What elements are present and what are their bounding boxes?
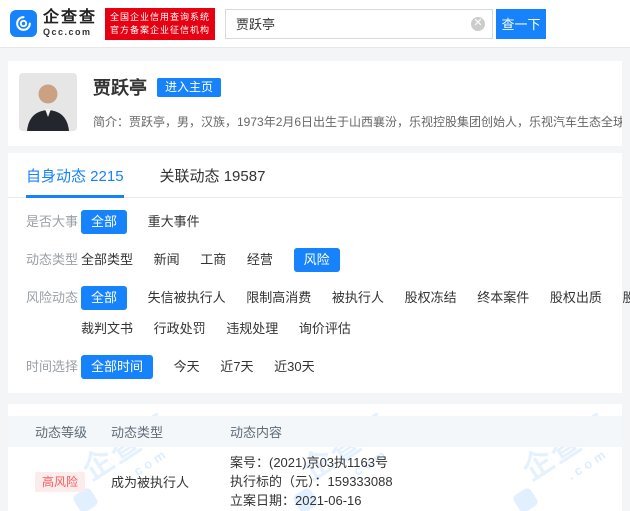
activity-tabs: 自身动态 2215 关联动态 19587 [8, 153, 622, 198]
filter-option[interactable]: 全部 [81, 210, 128, 234]
filter-option[interactable]: 全部时间 [81, 355, 154, 379]
activity-card: 自身动态 2215 关联动态 19587 是否大事 全部 重大事件 动态类型 全… [8, 153, 630, 393]
risk-level-badge: 高风险 [35, 471, 86, 492]
filter-option[interactable]: 近30天 [274, 355, 314, 379]
filters: 是否大事 全部 重大事件 动态类型 全部类型 新闻 工商 经营 风险 风险动态 … [8, 210, 630, 393]
filter-option[interactable]: 询价评估 [299, 317, 351, 341]
brand-domain: Qcc.com [43, 27, 92, 37]
profile-intro: 简介：贾跃亭，男，汉族，1973年2月6日出生于山西襄汾，乐视控股集团创始人，乐… [93, 115, 622, 129]
brand-text: 企查查 Qcc.com [43, 10, 97, 37]
filter-option[interactable]: 重大事件 [148, 210, 200, 234]
tab-self-activity[interactable]: 自身动态 2215 [26, 153, 124, 198]
profile-card: 贾跃亭 进入主页 简介：贾跃亭，男，汉族，1973年2月6日出生于山西襄汾，乐视… [8, 61, 622, 146]
filter-option[interactable]: 今天 [174, 355, 200, 379]
filter-row-risk-type: 风险动态 全部 失信被执行人 限制高消费 被执行人 股权冻结 终本案件 股权出质… [26, 286, 630, 341]
filter-option[interactable]: 全部 [81, 286, 128, 310]
filter-option[interactable]: 失信被执行人 [148, 286, 226, 310]
tab-related-activity[interactable]: 关联动态 19587 [160, 153, 266, 197]
clear-search-icon[interactable]: ✕ [471, 16, 486, 31]
table-header-type: 动态类型 [111, 425, 164, 440]
qcc-logo[interactable]: 企查查 Qcc.com [10, 10, 97, 37]
execution-amount-line: 执行标的（元）：159333088 [230, 474, 393, 489]
profile-name: 贾跃亭 [93, 78, 147, 98]
filter-option[interactable]: 股权出质 [550, 286, 602, 310]
filter-option[interactable]: 行政处罚 [154, 317, 206, 341]
filter-option[interactable]: 经营 [247, 248, 273, 272]
filter-option[interactable]: 工商 [200, 248, 226, 272]
filter-row-activity-type: 动态类型 全部类型 新闻 工商 经营 风险 [26, 248, 622, 272]
filter-option[interactable]: 风险 [293, 248, 340, 272]
table-header-row: 动态等级 动态类型 动态内容 [8, 416, 622, 447]
filter-label-time: 时间选择 [26, 359, 79, 374]
filter-option[interactable]: 股权冻结 [405, 286, 457, 310]
certification-badge-line2: 官方备案企业征信机构 [110, 24, 211, 35]
search-button[interactable]: 查一下 [496, 8, 547, 39]
certification-badge-line1: 全国企业信用查询系统 [110, 11, 211, 22]
filing-date-line: 立案日期：2021-06-16 [230, 493, 362, 508]
qcc-swirl-icon [10, 10, 37, 37]
activity-table-card: 企查查 .com 企查查 .com 企查查 .com 动态等级 动态类型 动态内… [8, 404, 622, 511]
profile-photo [19, 73, 77, 131]
filter-option[interactable]: 近7天 [220, 355, 253, 379]
site-header: 企查查 Qcc.com 全国企业信用查询系统 官方备案企业征信机构 ✕ 查一下 [0, 0, 630, 48]
filter-row-time: 时间选择 全部时间 今天 近7天 近30天 [26, 355, 622, 379]
enter-homepage-button[interactable]: 进入主页 [157, 77, 222, 97]
filter-label-risk-type: 风险动态 [26, 290, 79, 305]
filter-option[interactable]: 违规处理 [226, 317, 278, 341]
table-row: 高风险 成为被执行人 案号：(2021)京03执1163号 执行标的（元）：15… [8, 447, 622, 511]
filter-option[interactable]: 终本案件 [477, 286, 529, 310]
filter-label-activity-type: 动态类型 [26, 252, 79, 267]
table-header-content: 动态内容 [230, 425, 283, 440]
case-number-line: 案号：(2021)京03执1163号 [230, 455, 388, 470]
search-input[interactable] [225, 8, 494, 39]
filter-option[interactable]: 被执行人 [332, 286, 384, 310]
activity-type-cell: 成为被执行人 [111, 475, 190, 490]
brand-name: 企查查 [43, 9, 98, 26]
profile-main: 贾跃亭 进入主页 简介：贾跃亭，男，汉族，1973年2月6日出生于山西襄汾，乐视… [93, 73, 622, 146]
search-box: ✕ 查一下 [225, 8, 547, 39]
filter-option[interactable]: 限制高消费 [246, 286, 311, 310]
filter-option[interactable]: 裁判文书 [81, 317, 133, 341]
activity-content-cell: 案号：(2021)京03执1163号 执行标的（元）：159333088 立案日… [230, 453, 622, 510]
certification-badge: 全国企业信用查询系统 官方备案企业征信机构 [105, 7, 216, 40]
filter-option[interactable]: 股权质押 [622, 286, 630, 310]
table-header-level: 动态等级 [35, 425, 88, 440]
filter-row-major-event: 是否大事 全部 重大事件 [26, 210, 622, 234]
filter-option[interactable]: 全部类型 [81, 248, 133, 272]
filter-label-major-event: 是否大事 [26, 214, 79, 229]
filter-option[interactable]: 新闻 [154, 248, 180, 272]
